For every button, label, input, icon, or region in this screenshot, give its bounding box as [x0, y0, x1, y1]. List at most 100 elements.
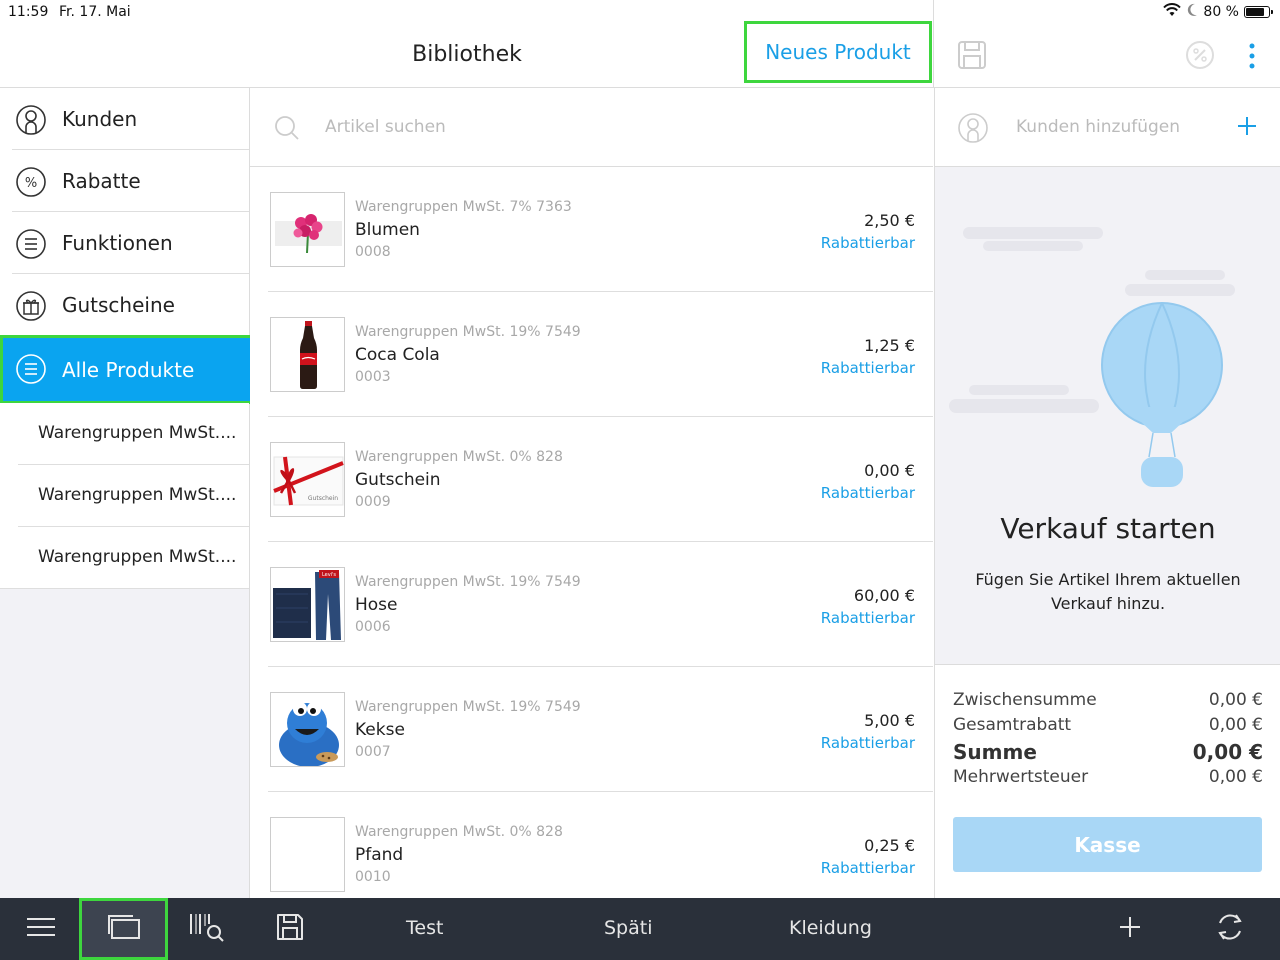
product-discountable: Rabattierbar [820, 734, 915, 752]
header-divider [933, 0, 934, 88]
menu-lines-icon [15, 353, 47, 389]
total-value: 0,00 € [1192, 740, 1263, 764]
product-name: Coca Cola [355, 345, 440, 365]
product-group: Warengruppen MwSt. 19% 7549 [355, 699, 581, 715]
discount-icon[interactable] [1185, 40, 1215, 74]
checkout-button[interactable]: Kasse [953, 817, 1262, 872]
product-row[interactable]: Gutschein Warengruppen MwSt. 0% 828 Guts… [268, 417, 933, 542]
product-price: 5,00 € [864, 711, 915, 730]
new-product-button[interactable]: Neues Produkt [744, 21, 932, 83]
top-header: Bibliothek Neues Produkt [0, 0, 1280, 88]
tab-test[interactable]: Test [406, 917, 443, 939]
wifi-icon [1163, 3, 1182, 21]
sidebar-item-funktionen[interactable]: Funktionen [0, 212, 249, 274]
sidebar-subitem[interactable]: Warengruppen MwSt.... [0, 403, 249, 465]
product-code: 0007 [355, 744, 391, 760]
sidebar-item-kunden[interactable]: Kunden [0, 88, 249, 150]
sidebar-subitem[interactable]: Warengruppen MwSt.... [0, 527, 249, 589]
product-row[interactable]: Levi's Warengruppen MwSt. 19% 7549 Hose … [268, 542, 933, 667]
sidebar-item-label: Funktionen [62, 231, 173, 255]
search-input[interactable]: Artikel suchen [325, 117, 446, 137]
product-row[interactable]: Warengruppen MwSt. 19% 7549 Coca Cola 00… [268, 292, 933, 417]
product-code: 0003 [355, 369, 391, 385]
percent-icon: % [15, 166, 47, 202]
library-view-button[interactable] [79, 898, 168, 960]
product-image [270, 192, 345, 267]
product-price: 2,50 € [864, 211, 915, 230]
status-date: Fr. 17. Mai [59, 4, 131, 20]
library-icon [107, 914, 141, 944]
more-options-icon[interactable] [1244, 42, 1260, 74]
add-tab-button[interactable] [1106, 898, 1154, 960]
save-icon [275, 912, 305, 946]
sidebar-item-label: Rabatte [62, 169, 141, 193]
product-image: Gutschein [270, 442, 345, 517]
plus-icon [1118, 915, 1142, 943]
svg-text:%: % [25, 176, 37, 191]
product-group: Warengruppen MwSt. 0% 828 [355, 449, 563, 465]
jeans-image-text: Levi's [322, 572, 336, 578]
search-icon [274, 115, 300, 145]
save-icon[interactable] [957, 40, 987, 74]
empty-cart-title: Verkauf starten [1000, 512, 1216, 545]
sidebar-subitem-label: Warengruppen MwSt.... [38, 547, 237, 567]
product-price: 0,25 € [864, 836, 915, 855]
product-price: 60,00 € [853, 586, 915, 605]
product-name: Hose [355, 595, 398, 615]
total-value: 0,00 € [1208, 715, 1263, 735]
product-group: Warengruppen MwSt. 7% 7363 [355, 199, 572, 215]
sync-button[interactable] [1204, 898, 1256, 960]
voucher-image-text: Gutschein [308, 495, 338, 502]
total-label: Mehrwertsteuer [953, 767, 1089, 787]
product-code: 0010 [355, 869, 391, 885]
plus-icon[interactable] [1235, 114, 1259, 142]
hamburger-menu-button[interactable] [12, 898, 70, 960]
total-value: 0,00 € [1208, 690, 1263, 710]
barcode-search-button[interactable] [178, 898, 234, 960]
product-row[interactable]: Warengruppen MwSt. 7% 7363 Blumen 0008 2… [268, 167, 933, 292]
sidebar-item-label: Alle Produkte [62, 357, 195, 382]
barcode-search-icon [188, 912, 224, 946]
tab-spaeti[interactable]: Späti [604, 917, 653, 939]
sidebar-item-gutscheine[interactable]: Gutscheine [0, 274, 249, 336]
totals-section: Zwischensumme 0,00 € Gesamtrabatt 0,00 €… [953, 690, 1263, 792]
search-bar[interactable]: Artikel suchen [250, 88, 933, 167]
product-image [270, 317, 345, 392]
product-row[interactable]: Warengruppen MwSt. 19% 7549 Kekse 0007 5… [268, 667, 933, 792]
sidebar-subitem-label: Warengruppen MwSt.... [38, 423, 237, 443]
user-circle-icon [15, 104, 47, 140]
cart-panel: Kunden hinzufügen Verkauf starten Fügen … [934, 88, 1280, 898]
product-price: 1,25 € [864, 336, 915, 355]
empty-cart-text: Fügen Sie Artikel Ihrem aktuellen Verkau… [975, 570, 1241, 613]
sidebar-item-alle-produkte[interactable]: Alle Produkte [0, 335, 253, 404]
sync-icon [1214, 911, 1246, 947]
total-label: Gesamtrabatt [953, 715, 1072, 735]
product-name: Kekse [355, 720, 405, 740]
sidebar-item-rabatte[interactable]: % Rabatte [0, 150, 249, 212]
moon-icon [1186, 3, 1198, 21]
balloon-illustration-icon [935, 167, 1280, 511]
sidebar-item-label: Kunden [62, 107, 138, 131]
hamburger-icon [26, 916, 56, 942]
product-name: Gutschein [355, 470, 441, 490]
product-name: Pfand [355, 845, 404, 865]
total-label: Summe [953, 740, 1037, 764]
user-circle-icon [957, 112, 989, 148]
empty-cart-area: Verkauf starten Fügen Sie Artikel Ihrem … [935, 167, 1280, 665]
tab-kleidung[interactable]: Kleidung [789, 917, 872, 939]
product-image [270, 817, 345, 892]
discount-total-row: Gesamtrabatt 0,00 € [953, 715, 1263, 740]
product-discountable: Rabattierbar [820, 234, 915, 252]
total-value: 0,00 € [1208, 767, 1263, 787]
total-label: Zwischensumme [953, 690, 1097, 710]
product-code: 0009 [355, 494, 391, 510]
add-customer-row[interactable]: Kunden hinzufügen [935, 88, 1280, 167]
product-row[interactable]: Warengruppen MwSt. 0% 828 Pfand 0010 0,2… [268, 792, 933, 898]
product-code: 0006 [355, 619, 391, 635]
product-group: Warengruppen MwSt. 19% 7549 [355, 574, 581, 590]
save-sale-button[interactable] [262, 898, 318, 960]
battery-percent: 80 % [1203, 4, 1239, 20]
sum-row: Summe 0,00 € [953, 740, 1263, 767]
sidebar-subitem-label: Warengruppen MwSt.... [38, 485, 237, 505]
sidebar-subitem[interactable]: Warengruppen MwSt.... [0, 465, 249, 527]
